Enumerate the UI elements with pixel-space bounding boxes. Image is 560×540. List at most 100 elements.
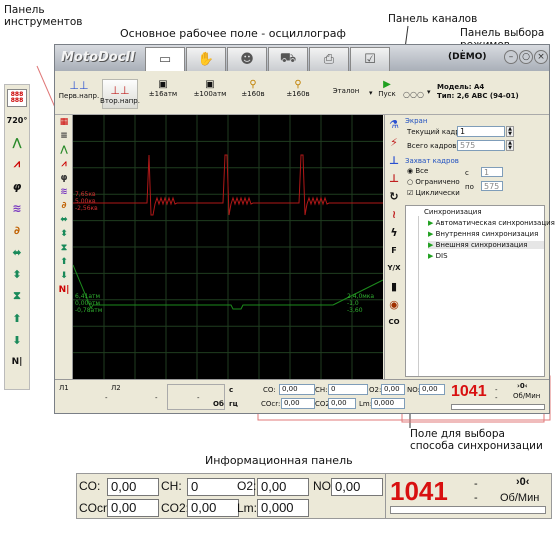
right-toolbar: ⚗ ⚡ ⊥ ⊥ ↻ ≀ ϟ F Y/X ▮ ◉ CO — [384, 115, 402, 379]
mini-tool-v-arrows-icon[interactable]: ⬍ — [55, 227, 73, 241]
model-dropdown-icon[interactable]: ▾ — [427, 88, 431, 96]
tool-phi-icon[interactable]: φ — [8, 177, 26, 195]
info-panel: CO: 0,00 CH: 0 O2: 0,00 NO: 0,00 COcr: 0… — [76, 473, 552, 519]
tool-v-arrows-icon[interactable]: ⬍ — [8, 265, 26, 283]
mode-yx-icon[interactable]: Y/X — [385, 259, 403, 277]
toolbar-item-160v-2[interactable]: ⚲ ±160в — [280, 79, 316, 109]
mode-probe-icon[interactable]: ⚗ — [385, 115, 403, 133]
mini-tool-h-arrows-2-icon[interactable]: ⧗ — [55, 241, 73, 255]
app-logo: MotoDocII — [61, 50, 136, 65]
tool-h-arrows-icon[interactable]: ⬌ — [8, 243, 26, 261]
mode-battery-icon[interactable]: ▮ — [385, 277, 403, 295]
tool-grid-icon[interactable]: 888 888 — [7, 89, 27, 107]
current-frame-input[interactable]: 1 — [457, 126, 505, 137]
status-bar: Л1 Л2 - - - с Об гц CO: 0,00 CH: 0 O2: 0… — [55, 379, 549, 413]
lm-label: Lm: — [237, 501, 258, 515]
sync-external[interactable]: ▶ Внешняя синхронизация — [428, 241, 544, 249]
mode-f-icon[interactable]: F — [385, 241, 403, 259]
mini-tool-v-arrows-2-icon[interactable]: ⬆ — [55, 255, 73, 269]
channels-icon[interactable]: ○○○ — [403, 90, 424, 99]
mode-primary-icon[interactable]: ⊥ — [385, 151, 403, 169]
mini-tool-lines-icon[interactable]: ∂ — [55, 199, 73, 213]
rpm-box: 1041 - - ›0‹ Об/Мин — [385, 474, 551, 518]
current-frame-spinner[interactable]: ▲ ▼ — [506, 126, 514, 137]
from-input[interactable]: 1 — [481, 167, 503, 177]
mini-tool-phi-icon[interactable]: φ — [55, 171, 73, 185]
start-button[interactable]: ▶ Пуск — [373, 79, 401, 109]
mini-ch-label: CH: — [315, 386, 328, 394]
tab-monitor-icon[interactable]: ▭ — [145, 47, 185, 71]
mini-tool-grid-icon[interactable]: ▦ — [55, 115, 73, 129]
rpm-dash-1: - — [474, 478, 478, 490]
tool-up-icon[interactable]: ⬆ — [8, 309, 26, 327]
mode-flash-icon[interactable]: ϟ — [385, 223, 403, 241]
tab-printer-icon[interactable]: ⎙ — [309, 47, 349, 71]
mini-tool-down-icon[interactable]: N| — [55, 283, 73, 297]
rpm-sub: ›0‹ — [516, 476, 530, 488]
tool-zigzag-icon[interactable]: ⩘ — [8, 155, 26, 173]
capture-cyclic-checkbox[interactable]: ☑ Циклически — [407, 189, 460, 197]
mode-co-icon[interactable]: CO — [385, 313, 403, 331]
close-button[interactable]: × — [534, 50, 548, 64]
capture-limited-radio[interactable]: ○ Ограничено — [407, 178, 460, 186]
tool-waves-icon[interactable]: ≋ — [8, 199, 26, 217]
mini-rpm-unit: Об/Мин — [513, 392, 541, 400]
mode-refresh-icon[interactable]: ↻ — [385, 187, 403, 205]
total-frames-input[interactable]: 575 — [457, 140, 505, 151]
to-input[interactable]: 575 — [481, 181, 503, 191]
tab-car-icon[interactable]: ⛟ — [268, 47, 308, 71]
lm-value: 0,000 — [257, 499, 309, 517]
mini-ch-value: 0 — [328, 384, 368, 395]
co-label: CO: — [79, 479, 101, 493]
tab-hand-icon[interactable]: ✋ — [186, 47, 226, 71]
toolbar-item-100atm[interactable]: ▣ ±100атм — [190, 79, 230, 109]
total-frames-spinner[interactable]: ▲ ▼ — [506, 140, 514, 151]
mini-tool-h-arrows-icon[interactable]: ⬌ — [55, 213, 73, 227]
tool-h-arrows-2-icon[interactable]: ⧗ — [8, 287, 26, 305]
cocr-value: 0,00 — [107, 499, 159, 517]
mini-tool-up-icon[interactable]: ⬇ — [55, 269, 73, 283]
toolbar-item-primary[interactable]: ⊥⊥ Перв.напр. — [57, 79, 101, 109]
minimize-button[interactable]: – — [504, 50, 518, 64]
mode-secondary-icon[interactable]: ⊥ — [385, 169, 403, 187]
tab-people-icon[interactable]: ☻ — [227, 47, 267, 71]
toolbar-item-reference[interactable]: Эталон — [323, 87, 369, 101]
sync-auto[interactable]: ▶ Автоматическая синхронизация — [428, 219, 555, 227]
mini-co-value: 0,00 — [279, 384, 315, 395]
mini-tool-720-icon[interactable]: ≡ — [55, 129, 73, 143]
co-value: 0,00 — [107, 478, 159, 496]
model-label: Модель: А4 — [437, 83, 485, 91]
tool-down-icon[interactable]: ⬇ — [8, 331, 26, 349]
mini-tool-zigzag-icon[interactable]: ⩘ — [55, 157, 73, 171]
reference-dropdown-icon[interactable]: ▾ — [369, 89, 373, 97]
toolbar-item-160v-1[interactable]: ⚲ ±160в — [235, 79, 271, 109]
green-scale-labels: 6,41атм 0,00атм -0,78атм — [75, 293, 103, 314]
toolbar-item-secondary[interactable]: ⊥⊥ Втор.напр. — [100, 79, 140, 109]
tool-lines-icon[interactable]: ∂ — [8, 221, 26, 239]
sync-internal[interactable]: ▶ Внутренняя синхронизация — [428, 230, 538, 238]
sync-slider-track[interactable] — [410, 216, 419, 376]
tool-720-icon[interactable]: 720° — [7, 111, 28, 129]
oscilloscope-area[interactable]: 7,65кв 5,00кв -2,56кв 6,41атм 0,00атм -0… — [72, 115, 384, 379]
tab-checklist-icon[interactable]: ☑ — [350, 47, 390, 71]
mini-rpm-bar — [451, 404, 545, 410]
rpm-bar — [390, 506, 546, 514]
mini-tool-peaks-icon[interactable]: ⋀ — [55, 143, 73, 157]
maximize-button[interactable]: ○ — [519, 50, 533, 64]
tool-nd-icon[interactable]: N| — [8, 353, 26, 371]
l1-dash: - — [105, 394, 108, 402]
c-label: с — [229, 386, 234, 394]
tool-peaks-icon[interactable]: ⋀ — [8, 133, 26, 151]
toolbar-item-16atm[interactable]: ▣ ±16атм — [145, 79, 181, 109]
mode-sensor-icon[interactable]: ◉ — [385, 295, 403, 313]
mini-tool-waves-icon[interactable]: ≋ — [55, 185, 73, 199]
current-frame-label: Текущий кадр — [407, 128, 460, 136]
capture-all-radio[interactable]: ◉ Все — [407, 167, 428, 175]
mode-signal-icon[interactable]: ≀ — [385, 205, 403, 223]
o2-value: 0,00 — [257, 478, 309, 496]
sync-dis[interactable]: ▶ DIS — [428, 252, 448, 260]
mini-rpm-dash-1: - — [495, 386, 498, 394]
mode-spark-icon[interactable]: ⚡ — [385, 133, 403, 151]
sync-title: Синхронизация — [424, 208, 482, 216]
total-frames-label: Всего кадров — [407, 142, 457, 150]
